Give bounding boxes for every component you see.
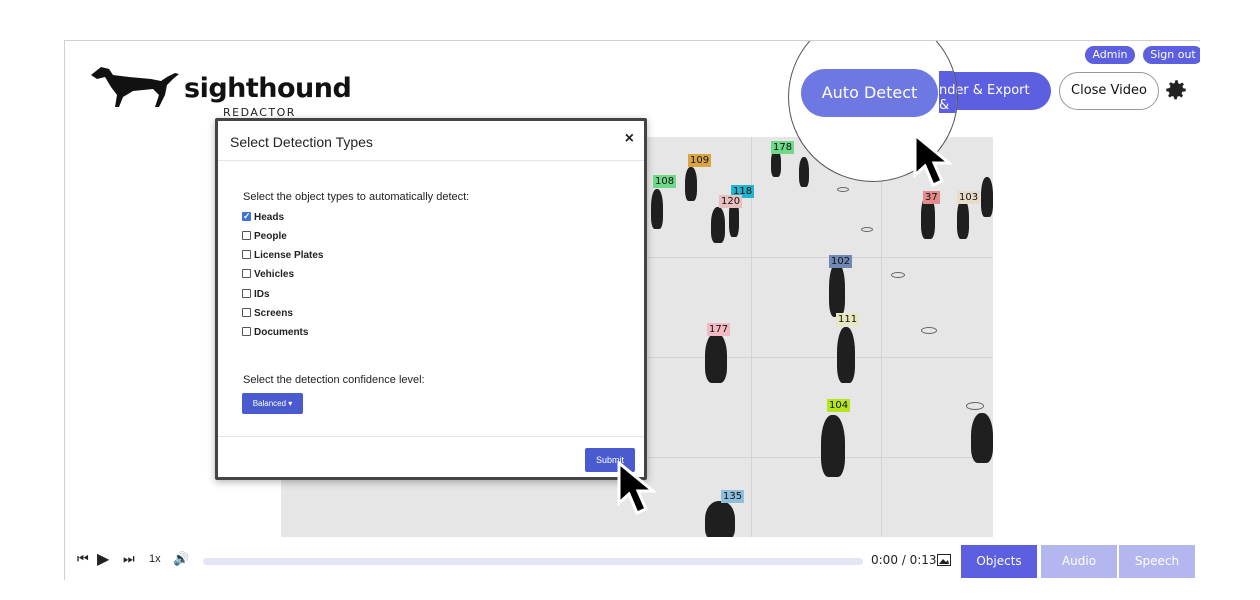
modal-footer [218, 436, 644, 437]
option-people[interactable]: People [242, 230, 287, 244]
gear-icon[interactable] [1163, 77, 1189, 103]
greyhound-logo-icon [91, 67, 179, 107]
speed-control[interactable]: 1x [149, 553, 161, 565]
sighthound-logo: sighthound REDACTOR [89, 61, 352, 119]
detection-tag[interactable]: 177 [707, 323, 731, 336]
person [705, 501, 735, 537]
volume-icon[interactable]: 🔊 [173, 551, 189, 567]
cursor-icon [913, 133, 954, 187]
skip-back-icon[interactable]: ⏮ [77, 551, 89, 567]
image-icon[interactable] [937, 554, 951, 566]
detection-tag[interactable]: 111 [836, 313, 860, 326]
person [957, 199, 969, 239]
checkbox-checked[interactable] [242, 209, 251, 223]
tab-objects[interactable]: Objects [961, 545, 1037, 578]
modal-header: Select Detection Types × [218, 121, 644, 161]
person [981, 177, 993, 217]
person [705, 333, 727, 383]
checkbox[interactable] [242, 289, 251, 298]
caret-down-icon: ▾ [288, 399, 293, 408]
checkbox[interactable] [242, 269, 251, 278]
checkbox[interactable] [242, 327, 251, 336]
checkbox[interactable] [242, 231, 251, 240]
auto-detect-button[interactable]: Auto Detect [801, 69, 938, 117]
detection-tag[interactable]: 103 [957, 191, 981, 204]
person [651, 189, 663, 229]
detection-tag[interactable]: 37 [923, 191, 940, 204]
detection-tag[interactable]: 108 [653, 175, 677, 188]
person [821, 415, 845, 477]
option-ids[interactable]: IDs [242, 288, 270, 302]
person [799, 157, 809, 187]
progress-bar[interactable] [203, 558, 863, 565]
step-forward-icon[interactable]: ⏭ [123, 551, 135, 567]
option-license-plates[interactable]: License Plates [242, 249, 323, 263]
detection-types-modal: Select Detection Types × Select the obje… [215, 118, 647, 480]
logo-text: sighthound [184, 73, 352, 104]
option-screens[interactable]: Screens [242, 307, 293, 321]
tab-audio[interactable]: Audio [1041, 545, 1117, 578]
detection-tag[interactable]: 178 [771, 141, 795, 154]
person [837, 327, 855, 383]
option-heads[interactable]: Heads [242, 209, 284, 225]
confidence-dropdown[interactable]: Balanced ▾ [242, 393, 303, 414]
modal-title: Select Detection Types [230, 134, 373, 150]
close-video-button[interactable]: Close Video [1059, 72, 1159, 110]
detection-tag[interactable]: 102 [829, 255, 853, 268]
modal-description: Select the object types to automatically… [243, 191, 470, 203]
render-export-partial-label: nder & Export [939, 83, 957, 128]
checkbox[interactable] [242, 308, 251, 317]
admin-button[interactable]: Admin [1085, 46, 1135, 64]
cursor-icon [617, 461, 658, 515]
sign-out-button[interactable]: Sign out [1143, 46, 1200, 64]
time-display: 0:00 / 0:13 [871, 553, 937, 567]
detection-tag[interactable]: 135 [721, 490, 745, 503]
detection-tag[interactable]: 120 [719, 195, 743, 208]
person [711, 207, 725, 243]
person [971, 413, 993, 463]
person [685, 167, 697, 201]
person [829, 263, 845, 317]
tab-speech[interactable]: Speech [1119, 545, 1195, 578]
confidence-label: Select the detection confidence level: [243, 374, 425, 386]
detection-tag[interactable]: 109 [688, 154, 712, 167]
close-icon[interactable]: × [625, 130, 634, 148]
playback-controls: ⏮ ▶ ⏭ 1x 🔊 0:00 / 0:13 Objects Audio Spe… [65, 541, 1200, 580]
redactor-app: sighthound REDACTOR Admin Sign out Rende… [64, 40, 1200, 580]
play-icon[interactable]: ▶ [97, 549, 109, 569]
option-documents[interactable]: Documents [242, 326, 308, 340]
detection-tag[interactable]: 104 [827, 399, 851, 412]
checkbox[interactable] [242, 250, 251, 259]
option-vehicles[interactable]: Vehicles [242, 268, 294, 282]
